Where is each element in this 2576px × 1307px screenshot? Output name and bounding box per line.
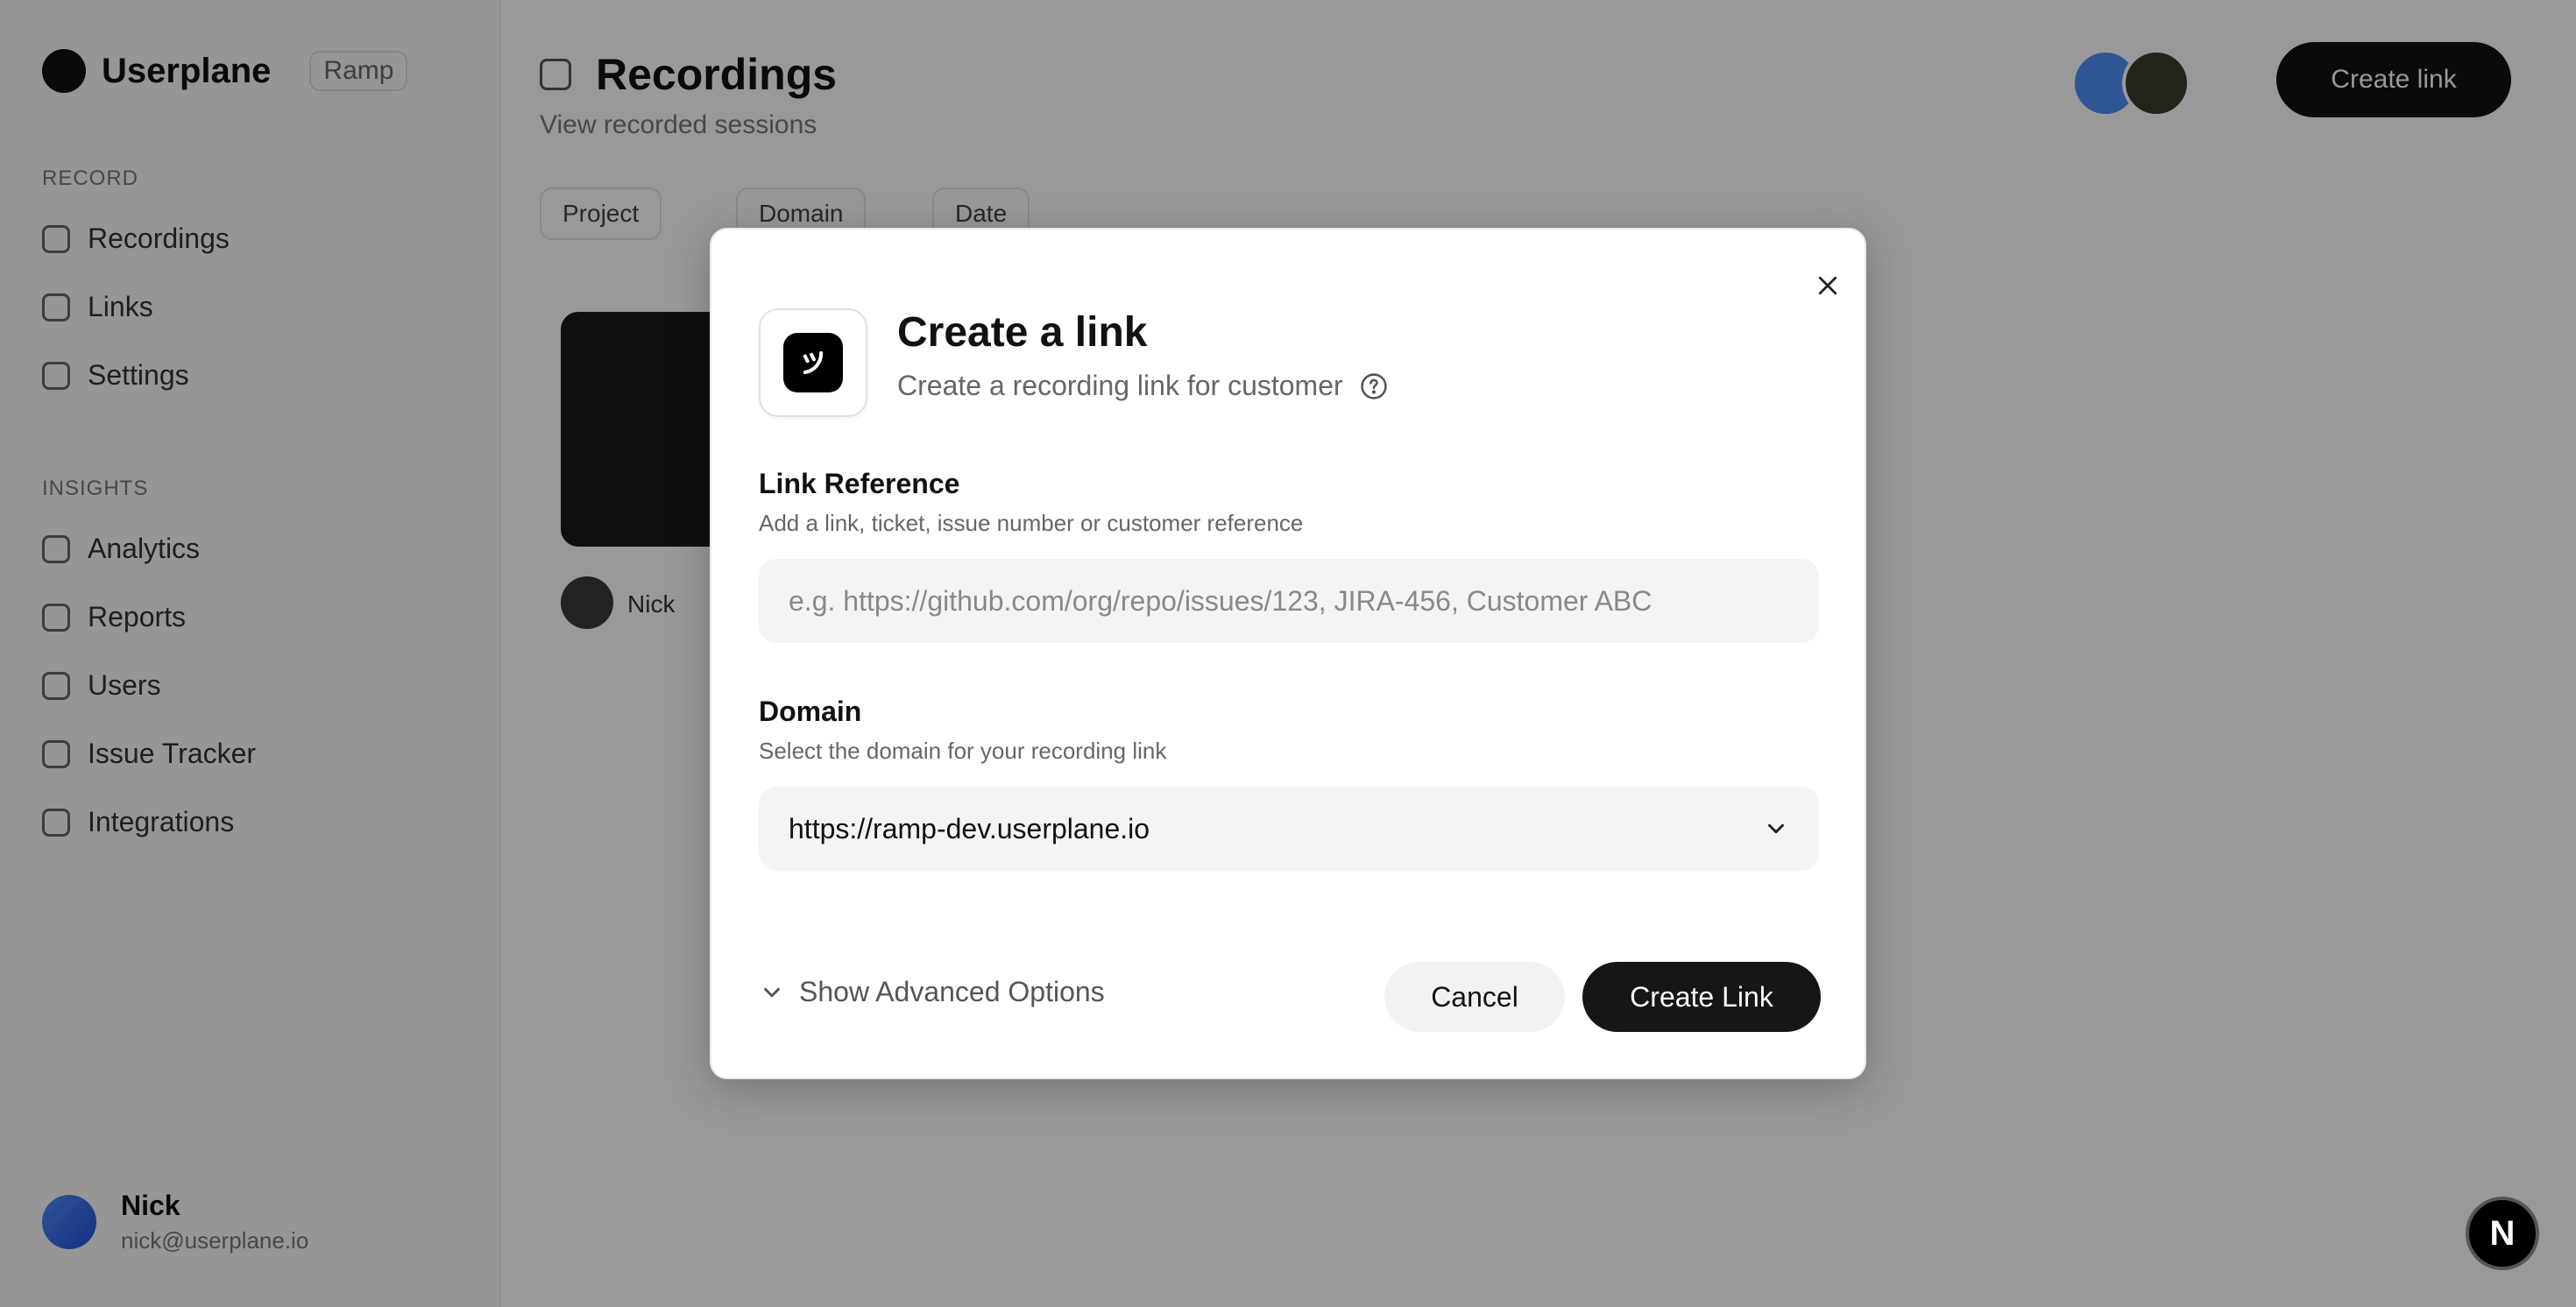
show-advanced-options-label: Show Advanced Options xyxy=(799,976,1105,1007)
show-advanced-options-toggle[interactable]: Show Advanced Options xyxy=(759,976,1105,1008)
dev-tools-badge[interactable]: N xyxy=(2466,1197,2539,1270)
app-logo-tile xyxy=(759,308,867,417)
chevron-down-icon xyxy=(1768,823,1784,834)
domain-selected-value: https://ramp-dev.userplane.io xyxy=(789,812,1150,844)
help-circle-icon[interactable] xyxy=(1359,371,1389,401)
close-icon xyxy=(1818,276,1837,295)
domain-hint: Select the domain for your recording lin… xyxy=(759,738,1167,764)
cancel-button[interactable]: Cancel xyxy=(1384,962,1565,1032)
dialog-subtitle-row: Create a recording link for customer xyxy=(897,370,1389,402)
link-reference-hint: Add a link, ticket, issue number or cust… xyxy=(759,510,1304,536)
smile-logo-icon xyxy=(783,333,843,392)
link-reference-label: Link Reference xyxy=(759,468,960,499)
link-reference-input[interactable] xyxy=(759,559,1819,643)
close-button[interactable] xyxy=(1798,256,1858,315)
chevron-down-icon xyxy=(764,987,780,997)
create-link-dialog: Create a link Create a recording link fo… xyxy=(710,228,1866,1079)
domain-select[interactable]: https://ramp-dev.userplane.io xyxy=(759,787,1819,871)
dialog-title: Create a link xyxy=(897,309,1148,356)
domain-label: Domain xyxy=(759,696,862,727)
create-link-button[interactable]: Create Link xyxy=(1582,962,1821,1032)
dialog-subtitle: Create a recording link for customer xyxy=(897,370,1343,401)
